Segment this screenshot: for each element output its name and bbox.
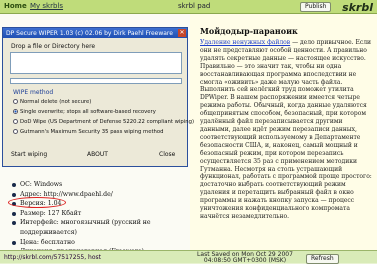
window-title: DP Secure WIPER 1.03 (c) 02.06 by Dirk P…	[6, 30, 173, 37]
article-link[interactable]: Удаление ненужных файлов	[200, 39, 290, 46]
option-gutmann[interactable]: Gutmann's Maximum Security 35 pass wipin…	[13, 129, 164, 135]
home-link[interactable]: Home	[4, 2, 27, 10]
radio-selected-icon[interactable]	[13, 109, 18, 114]
status-url: http://skrbl.com/57517255, host	[4, 254, 101, 261]
last-saved: Last Saved on Mon Oct 29 2007 04:08:50 GM…	[197, 251, 293, 264]
pad-title: skrbl pad	[178, 2, 211, 10]
facts-list: ОС: Windows Адрес: http://www.dpaehl.de/…	[12, 180, 187, 257]
list-item: Размер: 127 Кбайт	[12, 209, 187, 219]
progress-bar	[10, 78, 182, 84]
start-wiping-button[interactable]: Start wiping	[11, 151, 47, 158]
article-body: Удаление ненужных файлов — дело привычно…	[200, 39, 372, 221]
status-bar: http://skrbl.com/57517255, host Last Sav…	[0, 250, 377, 264]
option-normal[interactable]: Normal delete (not secure)	[13, 99, 91, 105]
radio-icon[interactable]	[13, 119, 18, 124]
drop-label: Drop a file or Directory here	[11, 43, 96, 50]
window-titlebar: DP Secure WIPER 1.03 (c) 02.06 by Dirk P…	[3, 28, 187, 38]
drop-zone[interactable]	[10, 52, 182, 74]
list-item: ОС: Windows	[12, 180, 187, 190]
about-button[interactable]: ABOUT	[87, 151, 108, 158]
publish-button[interactable]: Publish	[300, 2, 332, 12]
version-highlight-circle	[8, 197, 66, 208]
list-item: Цена: бесплатно	[12, 238, 187, 248]
article-text: — дело привычное. Если они не представля…	[200, 39, 372, 220]
radio-icon[interactable]	[13, 129, 18, 134]
option-dod[interactable]: DoD Wipe (US Department of Defense 5220.…	[13, 119, 194, 125]
option-single[interactable]: Single overwrite; stops all software-bas…	[13, 109, 156, 115]
wipe-method-heading: WIPE method	[13, 89, 54, 96]
skrbl-logo: skrbl	[342, 1, 373, 14]
my-skrbls-link[interactable]: My skrbls	[30, 2, 63, 10]
dp-wiper-window: DP Secure WIPER 1.03 (c) 02.06 by Dirk P…	[2, 27, 194, 167]
radio-icon[interactable]	[13, 99, 18, 104]
close-button[interactable]: Close	[159, 151, 175, 158]
close-icon[interactable]: ✕	[178, 29, 186, 37]
top-toolbar: Home My skrbls skrbl pad Publish skrbl	[0, 0, 377, 14]
list-item: Интерфейс: многоязычный (русский не подд…	[12, 218, 187, 237]
article-title: Мойдодыр-параноик	[200, 26, 298, 36]
